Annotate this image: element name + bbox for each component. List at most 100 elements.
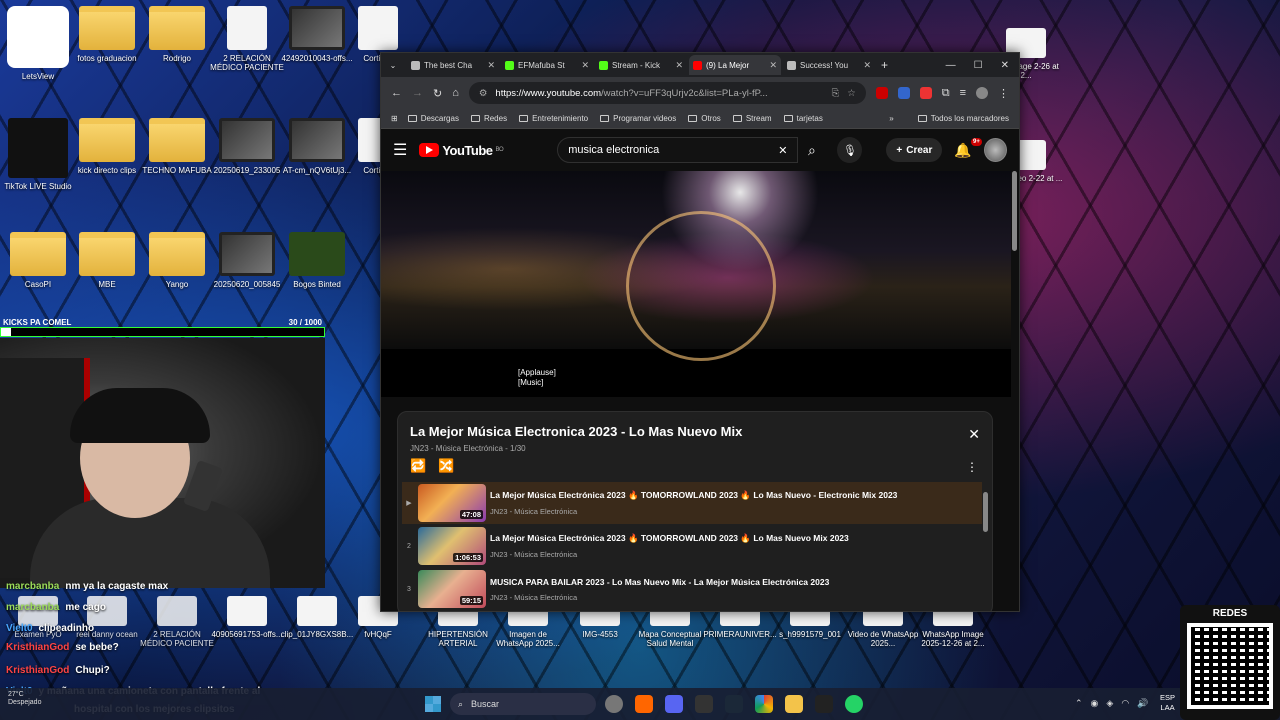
playlist-scrollbar[interactable] (983, 492, 988, 532)
browser-tab[interactable]: The best Cha ✕ (407, 55, 499, 75)
bookmark-folder[interactable]: Redes (470, 114, 507, 123)
desktop-icon[interactable]: Yango (139, 232, 215, 289)
steam-icon[interactable] (725, 695, 743, 713)
account-avatar[interactable] (983, 138, 1007, 162)
overflow-chevron-icon[interactable]: » (889, 114, 893, 123)
apps-grid-icon[interactable]: ⊞ (391, 114, 398, 123)
desktop-icon[interactable]: 20250619_233005 (209, 118, 285, 175)
weather-widget[interactable]: 27°C Despejado (8, 691, 41, 708)
extension-icon[interactable] (875, 87, 888, 99)
browser-tab[interactable]: Success! You ✕ (783, 55, 875, 75)
clear-search-icon[interactable]: ✕ (778, 144, 787, 157)
desktop-icon[interactable]: 2 RELACIÓN MÉDICO PACIENTE (209, 6, 285, 72)
taskbar-search[interactable]: ⌕ Buscar (450, 693, 596, 715)
extensions-puzzle-icon[interactable]: ⧉ (942, 87, 950, 100)
create-button[interactable]: + Crear (886, 138, 943, 162)
wifi-icon[interactable]: ◠ (1121, 698, 1129, 709)
browser-tab[interactable]: Stream - Kick ✕ (595, 55, 687, 75)
chrome-icon[interactable] (755, 695, 773, 713)
playlist-title[interactable]: La Mejor Música Electronica 2023 - Lo Ma… (410, 424, 742, 439)
home-icon[interactable]: ⌂ (452, 87, 459, 99)
back-icon[interactable]: ← (391, 87, 402, 99)
tray-app-icon[interactable]: ◉ (1091, 698, 1099, 709)
desktop-icon[interactable]: kick directo clips (69, 118, 145, 175)
install-icon[interactable]: ⎘ (832, 88, 840, 99)
channel-name[interactable]: JN23 - Música Electrónica (490, 593, 829, 602)
notifications-bell-icon[interactable]: 🔔 9+ (954, 137, 982, 159)
maximize-icon[interactable]: ☐ (974, 60, 983, 71)
tab-close-icon[interactable]: ✕ (581, 60, 589, 71)
tray-app-icon[interactable]: ◈ (1106, 698, 1113, 709)
video-title[interactable]: La Mejor Música Electrónica 2023 🔥 TOMOR… (490, 533, 849, 544)
new-tab-button[interactable]: + (881, 58, 888, 72)
volume-icon[interactable]: 🔊 (1137, 698, 1148, 709)
tab-search-icon[interactable]: ⌄ (381, 61, 405, 70)
browser-tab[interactable]: EFMafuba St ✕ (501, 55, 593, 75)
desktop-icon[interactable]: CasoPI (0, 232, 76, 289)
channel-name[interactable]: JN23 - Música Electrónica (490, 550, 849, 559)
video-title[interactable]: La Mejor Música Electrónica 2023 🔥 TOMOR… (490, 490, 897, 501)
bookmark-folder[interactable]: Entretenimiento (519, 114, 588, 123)
translate-icon[interactable] (897, 87, 910, 99)
desktop-icon[interactable]: TikTok LIVE Studio (0, 118, 76, 191)
reload-icon[interactable]: ↻ (433, 87, 442, 100)
loop-icon[interactable]: 🔁 (410, 458, 426, 474)
menu-kebab-icon[interactable]: ⋮ (998, 87, 1009, 100)
browser-tab[interactable]: (9) La Mejor ✕ (689, 55, 781, 75)
desktop-icon[interactable]: Rodrigo (139, 6, 215, 63)
capcut-icon[interactable] (815, 695, 833, 713)
channel-name[interactable]: JN23 - Música Electrónica (490, 507, 897, 516)
tab-close-icon[interactable]: ✕ (769, 60, 777, 71)
input-language[interactable]: ESP LAA (1160, 693, 1175, 713)
desktop-icon[interactable]: TECHNO MAFUBA (139, 118, 215, 175)
video-player[interactable]: [Applause] [Music] (381, 171, 1011, 397)
microphone-icon[interactable]: 🎙 (837, 137, 863, 163)
file-explorer-icon[interactable] (785, 695, 803, 713)
menu-icon[interactable]: ☰ (393, 140, 407, 160)
obs-icon[interactable] (605, 695, 623, 713)
site-info-icon[interactable]: ⚙ (479, 88, 488, 99)
minimize-icon[interactable]: — (946, 60, 956, 71)
video-thumbnail[interactable]: 47:08 (418, 484, 486, 522)
playlist-item[interactable]: 2 1:06:53 La Mejor Música Electrónica 2023… (402, 525, 982, 567)
epic-games-icon[interactable] (695, 695, 713, 713)
reading-list-icon[interactable]: ≡ (960, 87, 966, 99)
search-input[interactable]: musica electronica ✕ (557, 137, 799, 163)
search-icon[interactable]: ⌕ (798, 137, 825, 163)
scrollbar-thumb[interactable] (1012, 171, 1017, 251)
whatsapp-icon[interactable] (845, 695, 863, 713)
close-window-icon[interactable]: ✕ (1001, 60, 1009, 71)
bookmark-folder[interactable]: Stream (732, 114, 772, 123)
brave-icon[interactable] (635, 695, 653, 713)
desktop-icon[interactable]: MBE (69, 232, 145, 289)
video-frame[interactable] (381, 171, 1011, 361)
desktop-icon[interactable]: Bogos Binted (279, 232, 355, 289)
tab-close-icon[interactable]: ✕ (675, 60, 683, 71)
tray-chevron-icon[interactable]: ⌃ (1075, 698, 1083, 709)
video-title[interactable]: MUSICA PARA BAILAR 2023 - Lo Mas Nuevo M… (490, 577, 829, 587)
playlist-item[interactable]: ▶ 47:08 La Mejor Música Electrónica 2023 🔥… (402, 482, 982, 524)
bookmark-folder[interactable]: Otros (688, 114, 721, 123)
tab-close-icon[interactable]: ✕ (863, 60, 871, 71)
bookmark-folder[interactable]: Descargas (407, 114, 459, 123)
tab-close-icon[interactable]: ✕ (487, 60, 495, 71)
video-thumbnail[interactable]: 59:15 (418, 570, 486, 608)
profile-icon[interactable] (976, 87, 988, 99)
forward-icon[interactable]: → (412, 87, 423, 99)
video-thumbnail[interactable]: 1:06:53 (418, 527, 486, 565)
playlist-more-icon[interactable]: ⋮ (966, 460, 978, 474)
shuffle-icon[interactable]: 🔀 (438, 458, 454, 474)
start-icon[interactable] (425, 696, 441, 712)
desktop-icon[interactable]: LetsView (0, 6, 76, 81)
bookmark-folder[interactable]: Programar videos (600, 114, 676, 123)
desktop-icon[interactable]: fotos graduacion (69, 6, 145, 63)
page-scrollbar[interactable] (1012, 171, 1017, 611)
all-bookmarks[interactable]: » Todos los marcadores (889, 114, 1009, 123)
playlist-item[interactable]: 3 59:15 MUSICA PARA BAILAR 2023 - Lo Mas N… (402, 568, 982, 610)
youtube-logo[interactable]: YouTube BO (419, 143, 504, 158)
bookmark-star-icon[interactable]: ☆ (847, 88, 856, 99)
desktop-icon[interactable]: 20250620_005845 (209, 232, 285, 289)
address-bar[interactable]: ⚙ https://www.youtube.com/watch?v=uFF3qU… (468, 82, 866, 104)
extension-icon[interactable] (919, 87, 932, 99)
discord-icon[interactable] (665, 695, 683, 713)
